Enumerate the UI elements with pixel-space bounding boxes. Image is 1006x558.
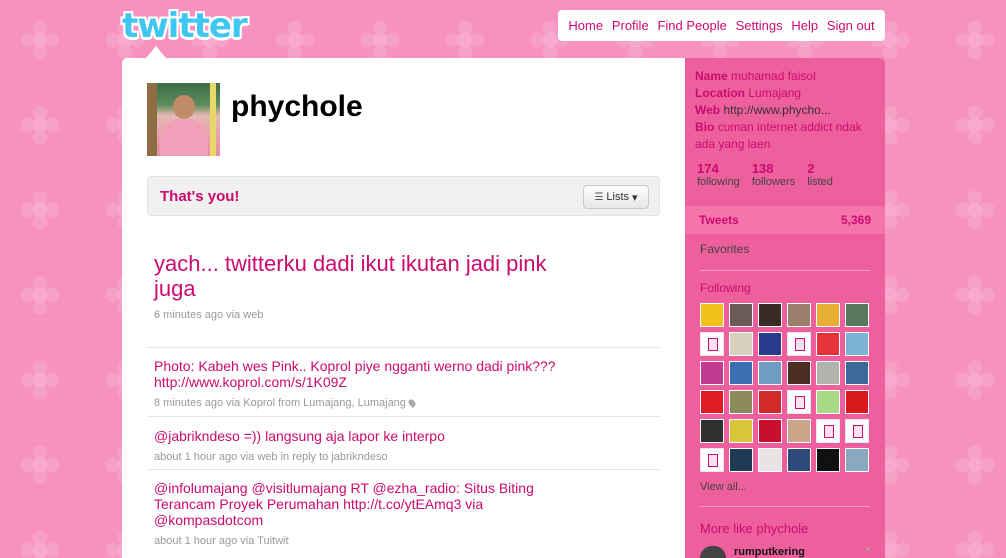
- nav-settings[interactable]: Settings: [736, 18, 783, 33]
- nav-sign-out[interactable]: Sign out: [827, 18, 875, 33]
- profile-screen-name: phychole: [231, 90, 363, 123]
- following-avatar[interactable]: [758, 303, 782, 327]
- profile-bio-text: cuman internet addict ndak ada yang laen: [695, 120, 862, 151]
- nav-home[interactable]: Home: [568, 18, 603, 33]
- tweet-item: @infolumajang @visitlumajang RT @ezha_ra…: [154, 480, 574, 549]
- profile-avatar[interactable]: [147, 83, 220, 156]
- following-avatar[interactable]: [700, 332, 724, 356]
- following-avatar[interactable]: [816, 419, 840, 443]
- top-navigation: Home Profile Find People Settings Help S…: [558, 10, 885, 41]
- following-avatar[interactable]: [816, 332, 840, 356]
- profile-name: muhamad faisol: [731, 69, 816, 83]
- tweet-meta[interactable]: 8 minutes ago via Koprol from Lumajang, …: [154, 395, 574, 411]
- list-icon: ☰: [594, 191, 604, 203]
- profile-bio: Name muhamad faisol Location Lumajang We…: [695, 69, 862, 151]
- divider: [147, 469, 660, 470]
- nav-profile[interactable]: Profile: [612, 18, 649, 33]
- main-content: phychole That's you! ☰ Lists ▾ yach... t…: [122, 58, 685, 558]
- following-avatar[interactable]: [787, 332, 811, 356]
- following-avatar[interactable]: [816, 390, 840, 414]
- following-avatar[interactable]: [787, 390, 811, 414]
- following-avatar[interactable]: [758, 390, 782, 414]
- tweet-item: @jabrikndeso =)) langsung aja lapor ke i…: [154, 428, 574, 465]
- suggestion-name[interactable]: rumputkering: [734, 546, 805, 558]
- latest-tweet-text: yach... twitterku dadi ikut ikutan jadi …: [154, 251, 547, 301]
- following-avatar[interactable]: [845, 419, 869, 443]
- following-avatar[interactable]: [729, 332, 753, 356]
- thats-you-bar: That's you! ☰ Lists ▾: [147, 176, 660, 216]
- following-avatar[interactable]: [729, 361, 753, 385]
- following-avatar[interactable]: [845, 448, 869, 472]
- following-avatar[interactable]: [787, 361, 811, 385]
- following-avatar[interactable]: [729, 303, 753, 327]
- view-all-link[interactable]: View all...: [700, 481, 747, 493]
- favorites-link[interactable]: Favorites: [700, 242, 749, 256]
- following-avatar[interactable]: [845, 303, 869, 327]
- suggestion-avatar[interactable]: [700, 546, 726, 558]
- tweets-count: 5,369: [840, 213, 871, 227]
- tweets-label: Tweets: [699, 213, 739, 227]
- following-avatar[interactable]: [816, 448, 840, 472]
- following-avatar[interactable]: [845, 361, 869, 385]
- tweet-text: @infolumajang @visitlumajang RT @ezha_ra…: [154, 480, 534, 528]
- divider: [700, 506, 870, 507]
- following-avatar[interactable]: [758, 419, 782, 443]
- following-avatar[interactable]: [700, 419, 724, 443]
- thats-you-label: That's you!: [160, 188, 240, 205]
- following-avatar[interactable]: [758, 448, 782, 472]
- nav-pointer: [146, 46, 166, 58]
- tweets-count-row[interactable]: Tweets 5,369: [685, 206, 885, 234]
- more-like-title: More like phychole: [700, 521, 809, 536]
- close-icon[interactable]: ×: [865, 544, 871, 556]
- following-avatar[interactable]: [787, 303, 811, 327]
- following-avatar[interactable]: [700, 361, 724, 385]
- tweet-text: @jabrikndeso =)) langsung aja lapor ke i…: [154, 428, 445, 444]
- chevron-down-icon: ▾: [632, 191, 638, 204]
- tweet-meta[interactable]: about 1 hour ago via web in reply to jab…: [154, 449, 574, 465]
- stat-listed[interactable]: 2 listed: [807, 161, 833, 188]
- divider: [147, 416, 660, 417]
- following-avatar[interactable]: [729, 448, 753, 472]
- divider: [147, 347, 660, 348]
- following-avatar[interactable]: [758, 332, 782, 356]
- following-avatar[interactable]: [729, 419, 753, 443]
- profile-web-link[interactable]: http://www.phycho...: [723, 103, 830, 117]
- lists-button[interactable]: ☰ Lists ▾: [583, 185, 649, 209]
- following-avatar[interactable]: [816, 361, 840, 385]
- following-avatar[interactable]: [787, 448, 811, 472]
- twitter-logo[interactable]: twitter: [122, 6, 248, 46]
- profile-sidebar: Name muhamad faisol Location Lumajang We…: [685, 58, 885, 558]
- following-grid: [700, 303, 870, 472]
- stat-following[interactable]: 174 following: [697, 161, 740, 188]
- following-avatar[interactable]: [700, 448, 724, 472]
- following-avatar[interactable]: [787, 419, 811, 443]
- divider: [700, 270, 870, 271]
- latest-tweet-meta[interactable]: 6 minutes ago via web: [154, 309, 263, 321]
- following-avatar[interactable]: [845, 332, 869, 356]
- nav-find-people[interactable]: Find People: [657, 18, 726, 33]
- tweet-text: Photo: Kabeh wes Pink.. Koprol piye ngga…: [154, 358, 556, 390]
- following-title[interactable]: Following: [700, 281, 751, 295]
- tweet-item: Photo: Kabeh wes Pink.. Koprol piye ngga…: [154, 358, 574, 411]
- following-avatar[interactable]: [700, 390, 724, 414]
- following-avatar[interactable]: [758, 361, 782, 385]
- profile-location: Lumajang: [748, 86, 802, 100]
- stat-followers[interactable]: 138 followers: [752, 161, 795, 188]
- nav-help[interactable]: Help: [791, 18, 818, 33]
- tweet-meta[interactable]: about 1 hour ago via Tuitwit: [154, 533, 574, 549]
- following-avatar[interactable]: [816, 303, 840, 327]
- location-pin-icon: [406, 398, 417, 408]
- profile-stats: 174 following 138 followers 2 listed: [697, 161, 833, 188]
- following-avatar[interactable]: [729, 390, 753, 414]
- following-avatar[interactable]: [845, 390, 869, 414]
- following-avatar[interactable]: [700, 303, 724, 327]
- lists-button-label: Lists: [606, 191, 630, 203]
